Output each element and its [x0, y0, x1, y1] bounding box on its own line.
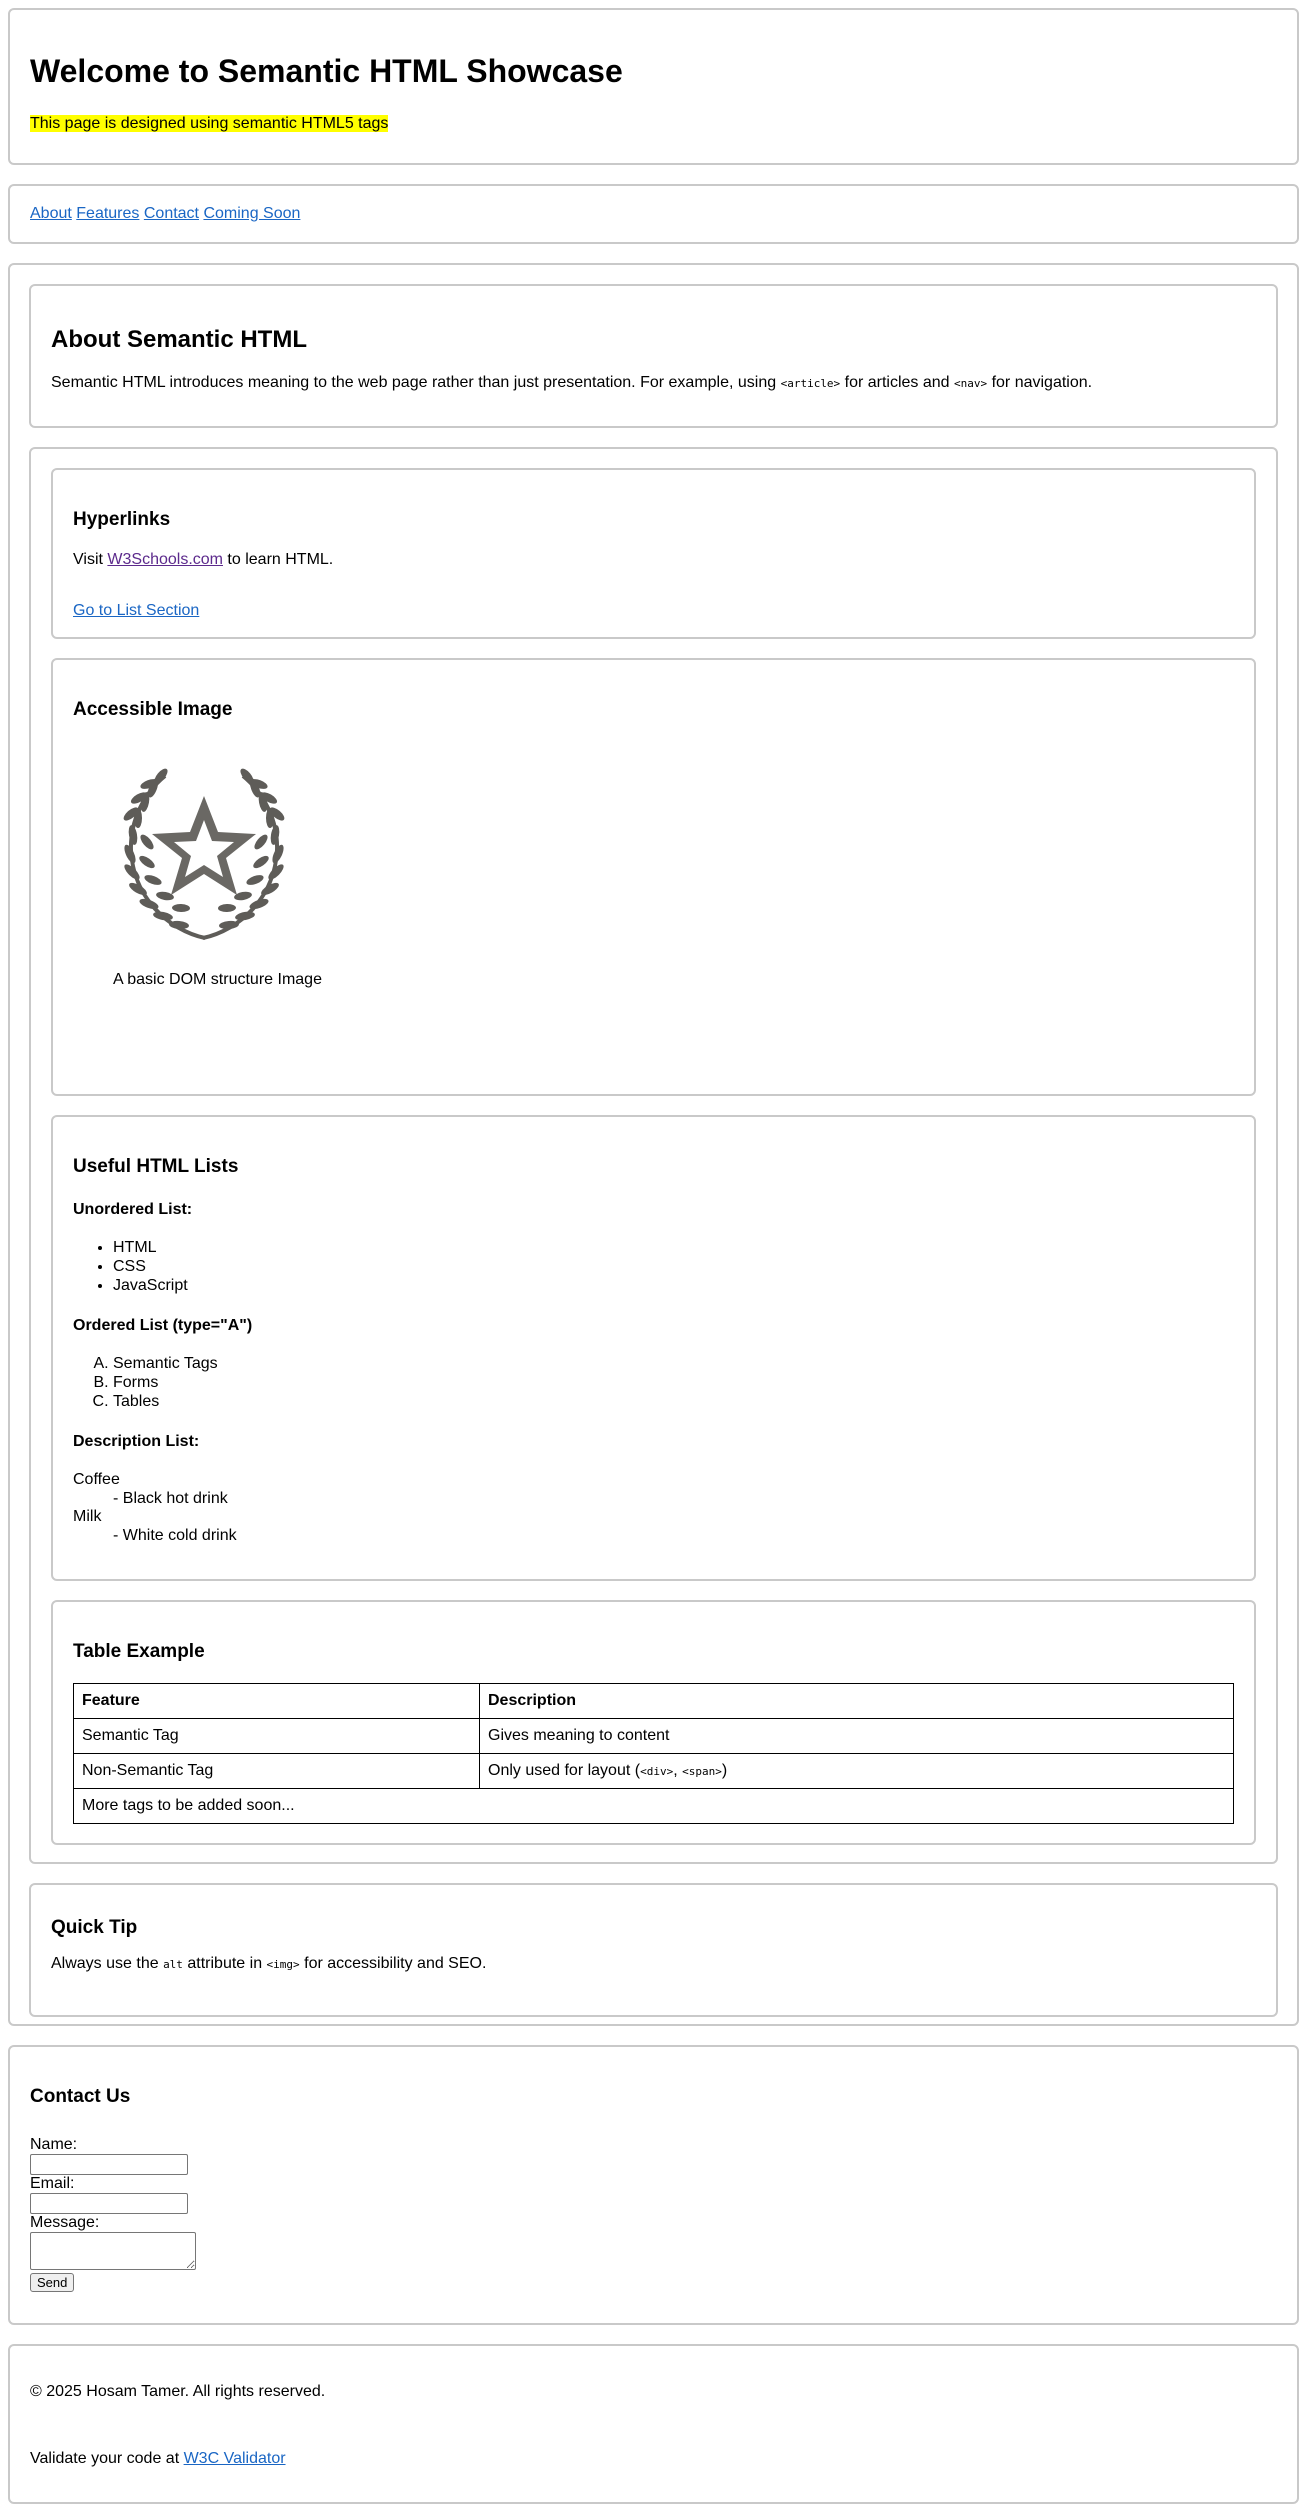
- visit-prefix: Visit: [73, 551, 108, 568]
- contact-section: Contact Us Name: Email: Message: Send: [8, 2045, 1299, 2325]
- visit-text: Visit W3Schools.com to learn HTML.: [73, 550, 1234, 570]
- description-list: Coffee - Black hot drink Milk - White co…: [73, 1471, 1234, 1545]
- message-label: Message:: [30, 2214, 100, 2231]
- table-row: Semantic Tag Gives meaning to content: [73, 1718, 1234, 1754]
- email-label: Email:: [30, 2175, 75, 2192]
- tagline-highlight: This page is designed using semantic HTM…: [30, 114, 389, 132]
- list-item: Tables: [113, 1392, 1234, 1411]
- nav-link-features[interactable]: Features: [76, 205, 139, 222]
- site-header: Welcome to Semantic HTML Showcase This p…: [8, 8, 1299, 165]
- table-cell: Gives meaning to content: [479, 1718, 1234, 1754]
- about-text-part: Semantic HTML introduces meaning to the …: [51, 374, 781, 391]
- w3schools-link[interactable]: W3Schools.com: [107, 551, 223, 568]
- tip-text-part: for accessibility and SEO.: [299, 1955, 487, 1972]
- about-text-part: for navigation.: [987, 374, 1093, 391]
- email-field[interactable]: [30, 2193, 188, 2214]
- message-field[interactable]: [30, 2232, 196, 2270]
- column-header: Description: [479, 1683, 1234, 1719]
- cell-text: ,: [673, 1762, 683, 1779]
- laurel-star-icon: [123, 768, 285, 940]
- table-cell: Non-Semantic Tag: [73, 1753, 480, 1789]
- lists-card: Useful HTML Lists Unordered List: HTML C…: [51, 1115, 1256, 1581]
- div-code: <div>: [640, 1765, 674, 1778]
- ordered-label: Ordered List (type="A"): [73, 1317, 253, 1334]
- name-field[interactable]: [30, 2154, 188, 2175]
- table-cell: Semantic Tag: [73, 1718, 480, 1754]
- hyperlinks-heading: Hyperlinks: [73, 509, 171, 530]
- w3c-validator-link[interactable]: W3C Validator: [184, 2450, 286, 2467]
- nav-link-contact[interactable]: Contact: [144, 205, 199, 222]
- send-button[interactable]: Send: [30, 2273, 75, 2292]
- table-cell: Only used for layout (<div>, <span>): [479, 1753, 1234, 1789]
- tip-text-part: Always use the: [51, 1955, 164, 1972]
- span-code: <span>: [682, 1765, 722, 1778]
- nav-link-about[interactable]: About: [30, 205, 72, 222]
- validate-text: Validate your code at W3C Validator: [30, 2449, 1277, 2469]
- page-title: Welcome to Semantic HTML Showcase: [30, 53, 623, 89]
- img-code: <img>: [266, 1958, 300, 1971]
- validate-prefix: Validate your code at: [30, 2450, 184, 2467]
- cell-text: ): [721, 1762, 728, 1779]
- image-figure: A basic DOM structure Image: [73, 762, 1234, 990]
- about-heading: About Semantic HTML: [51, 326, 307, 353]
- hyperlinks-card: Hyperlinks Visit W3Schools.com to learn …: [51, 468, 1256, 639]
- list-item: Forms: [113, 1373, 1234, 1392]
- description-term: Milk: [73, 1508, 102, 1525]
- tagline: This page is designed using semantic HTM…: [30, 114, 1277, 134]
- table-header-row: Feature Description: [73, 1683, 1234, 1719]
- table-card: Table Example Feature Description Semant…: [51, 1600, 1256, 1845]
- site-footer: © 2025 Hosam Tamer. All rights reserved.…: [8, 2344, 1299, 2504]
- about-text: Semantic HTML introduces meaning to the …: [51, 372, 1256, 395]
- quick-tip: Quick Tip Always use the alt attribute i…: [29, 1883, 1278, 2017]
- copyright-text: © 2025 Hosam Tamer. All rights reserved.: [30, 2383, 326, 2400]
- name-label: Name:: [30, 2136, 78, 2153]
- feature-table: Feature Description Semantic Tag Gives m…: [73, 1683, 1234, 1824]
- cell-text: Only used for layout (: [488, 1762, 641, 1779]
- image-caption: A basic DOM structure Image: [113, 971, 322, 988]
- tip-text-part: attribute in: [182, 1955, 267, 1972]
- lists-heading: Useful HTML Lists: [73, 1156, 239, 1177]
- tip-heading: Quick Tip: [51, 1917, 138, 1938]
- main-nav: About Features Contact Coming Soon: [8, 184, 1299, 244]
- list-item: JavaScript: [113, 1276, 1234, 1295]
- ordered-list: Semantic Tags Forms Tables: [73, 1354, 1234, 1411]
- contact-form: Name: Email: Message: Send: [30, 2136, 1277, 2292]
- main-content: About Semantic HTML Semantic HTML introd…: [8, 263, 1299, 2026]
- image-heading: Accessible Image: [73, 699, 233, 720]
- visit-suffix: to learn HTML.: [222, 551, 334, 568]
- features-section: Hyperlinks Visit W3Schools.com to learn …: [29, 447, 1278, 1864]
- description-term: Coffee: [73, 1471, 120, 1488]
- description-detail: - White cold drink: [113, 1527, 237, 1544]
- table-footer-row: More tags to be added soon...: [73, 1788, 1234, 1824]
- list-item: Semantic Tags: [113, 1354, 1234, 1373]
- nav-link-coming-soon[interactable]: Coming Soon: [203, 205, 300, 222]
- table-row: Non-Semantic Tag Only used for layout (<…: [73, 1753, 1234, 1789]
- about-section: About Semantic HTML Semantic HTML introd…: [29, 284, 1278, 428]
- article-code: <article>: [780, 377, 841, 390]
- contact-heading: Contact Us: [30, 2086, 131, 2107]
- description-label: Description List:: [73, 1433, 200, 1450]
- table-cell: More tags to be added soon...: [73, 1788, 1234, 1824]
- image-card: Accessible Image A basic DOM structure I…: [51, 658, 1256, 1096]
- unordered-label: Unordered List:: [73, 1201, 193, 1218]
- about-text-part: for articles and: [840, 374, 955, 391]
- nav-code: <nav>: [954, 377, 988, 390]
- tip-text: Always use the alt attribute in <img> fo…: [51, 1954, 1256, 1975]
- goto-list-link[interactable]: Go to List Section: [73, 602, 1234, 620]
- list-item: HTML: [113, 1238, 1234, 1257]
- unordered-list: HTML CSS JavaScript: [73, 1238, 1234, 1295]
- column-header: Feature: [73, 1683, 480, 1719]
- table-heading: Table Example: [73, 1641, 205, 1662]
- alt-code: alt: [163, 1958, 183, 1971]
- list-item: CSS: [113, 1257, 1234, 1276]
- description-detail: - Black hot drink: [113, 1490, 228, 1507]
